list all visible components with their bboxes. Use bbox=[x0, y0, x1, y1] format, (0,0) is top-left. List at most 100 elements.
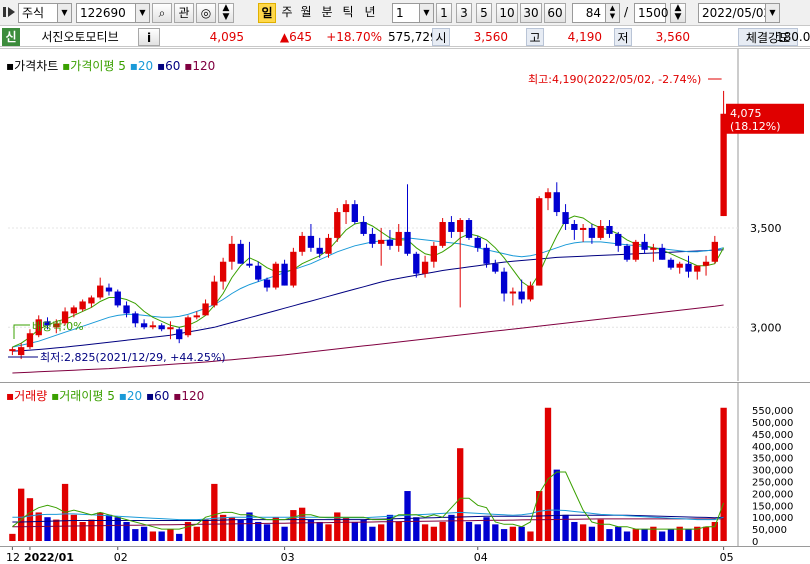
volume-axis-label: 450,000 bbox=[752, 430, 793, 441]
volume-bar bbox=[290, 510, 297, 541]
market-select[interactable]: 주식 ▼ bbox=[18, 3, 72, 23]
volume-bar bbox=[702, 526, 710, 541]
x-axis-label: 03 bbox=[281, 551, 295, 564]
period-year-button[interactable]: 년 bbox=[361, 3, 379, 23]
chart-toolbar: 주식 ▼ 122690 ▼ ⌕ 관 ◎ ▲ ▼ 일 주 월 분 틱 년 1 ▼ … bbox=[0, 0, 810, 26]
candle-body bbox=[676, 263, 683, 268]
stock-info-bar: 신 서진오토모티브 i 4,095 ▲645 +18.70% 575,729 시… bbox=[0, 27, 810, 47]
date-select[interactable]: 2022/05/02 ▼ bbox=[698, 3, 780, 23]
candle-body bbox=[632, 241, 639, 260]
volume-axis-label: 200,000 bbox=[752, 489, 793, 500]
x-axis-label: 04 bbox=[474, 551, 488, 564]
volume-bar bbox=[632, 529, 639, 541]
candle-body bbox=[509, 291, 517, 294]
legend-marker: ▪ bbox=[157, 59, 166, 73]
total-stepper[interactable]: ▲ ▼ bbox=[670, 3, 686, 23]
legend-marker: ▪ bbox=[6, 389, 15, 403]
volume-axis-label: 350,000 bbox=[752, 454, 793, 465]
interval-5-button[interactable]: 5 bbox=[476, 3, 492, 23]
interval-1-button[interactable]: 1 bbox=[436, 3, 452, 23]
candle-body bbox=[325, 237, 332, 254]
candle-body bbox=[474, 237, 481, 248]
volume-bar bbox=[298, 507, 306, 541]
price-axis-label: 3,000 bbox=[750, 321, 782, 334]
legend-ma120: 120 bbox=[192, 59, 216, 73]
x-axis-label: 02 bbox=[114, 551, 128, 564]
candle-body bbox=[702, 261, 710, 266]
count-input[interactable]: 84 ▲ ▼ bbox=[572, 3, 620, 23]
candle-body bbox=[334, 212, 341, 238]
legend-volume-title: 거래량 bbox=[14, 389, 48, 403]
volume-axis-label: 100,000 bbox=[752, 513, 793, 524]
candle-body bbox=[579, 227, 587, 230]
volume-axis-label: 150,000 bbox=[752, 501, 793, 512]
stepper-button[interactable]: ▲ ▼ bbox=[218, 3, 234, 23]
volume-bar bbox=[439, 521, 446, 541]
period-tick-button[interactable]: 틱 bbox=[340, 3, 356, 23]
volume-bar bbox=[720, 407, 727, 541]
candle-body bbox=[413, 253, 420, 274]
low-price: 3,560 bbox=[655, 30, 690, 44]
period-minute-button[interactable]: 분 bbox=[319, 3, 335, 23]
interval-10-button[interactable]: 10 bbox=[496, 3, 518, 23]
candle-body bbox=[132, 313, 139, 324]
price-chart-panel[interactable]: 3,500 3,000 최고:4,190(2022/05/02, -2.74%) 최… bbox=[0, 48, 810, 381]
current-price-tag-pct: (18.12%) bbox=[730, 120, 781, 133]
panel-toggle-icon[interactable] bbox=[2, 3, 18, 23]
interval-3-button[interactable]: 3 bbox=[456, 3, 472, 23]
volume-bar bbox=[263, 524, 271, 541]
legend-vma5: 5 bbox=[107, 389, 115, 403]
x-axis: 12 2022/01 02 03 04 05 bbox=[0, 546, 810, 564]
volume-bar bbox=[667, 529, 675, 541]
stock-code-input[interactable]: 122690 ▼ bbox=[76, 3, 150, 23]
date-value: 2022/05/02 bbox=[702, 6, 772, 20]
candle-body bbox=[711, 241, 718, 262]
sound-button[interactable]: ◎ bbox=[196, 3, 216, 23]
volume-bar bbox=[70, 514, 78, 541]
chevron-down-icon: ▼ bbox=[222, 12, 230, 22]
candle-body bbox=[26, 333, 34, 348]
interval-60-button[interactable]: 60 bbox=[544, 3, 566, 23]
legend-marker: ▪ bbox=[129, 59, 138, 73]
candle-body bbox=[246, 263, 253, 266]
price-chart[interactable]: 3,500 3,000 최고:4,190(2022/05/02, -2.74%) 최… bbox=[0, 49, 810, 381]
candle-body bbox=[404, 231, 411, 254]
open-price: 3,560 bbox=[473, 30, 508, 44]
volume-axis-label: 500,000 bbox=[752, 418, 793, 429]
volume-chart-panel[interactable]: 550,000 500,000 450,000 400,000 350,000 300,0… bbox=[0, 382, 810, 547]
candle-body bbox=[615, 233, 622, 246]
volume-axis-label: 550,000 bbox=[752, 406, 793, 417]
search-button[interactable]: ⌕ bbox=[152, 3, 172, 23]
period-day-button[interactable]: 일 bbox=[258, 3, 276, 23]
volume-chart[interactable]: 550,000500,000450,000400,000350,000300,0… bbox=[0, 383, 810, 547]
chevron-down-icon: ▼ bbox=[765, 4, 779, 22]
volume-bar bbox=[132, 529, 139, 541]
candle-body bbox=[237, 243, 244, 264]
count-stepper[interactable]: ▲ ▼ bbox=[605, 4, 619, 22]
volume-bar bbox=[79, 521, 86, 541]
chevron-down-icon: ▼ bbox=[57, 4, 71, 22]
volume-bar bbox=[623, 531, 631, 541]
volume-bar bbox=[641, 529, 648, 541]
candle-body bbox=[623, 245, 631, 260]
candle-body bbox=[562, 212, 569, 224]
volume-bar bbox=[571, 521, 578, 541]
period-week-button[interactable]: 주 bbox=[279, 3, 295, 23]
volume-bar bbox=[105, 514, 113, 541]
candle-body bbox=[518, 291, 525, 300]
volume-axis-label: 300,000 bbox=[752, 466, 793, 477]
legend-marker: ▪ bbox=[6, 59, 15, 73]
interval-select[interactable]: 1 ▼ bbox=[392, 3, 434, 23]
volume-bar bbox=[281, 526, 288, 541]
search-icon: ⌕ bbox=[158, 6, 166, 20]
period-month-button[interactable]: 월 bbox=[298, 3, 314, 23]
candle-body bbox=[219, 261, 227, 282]
volume-bar bbox=[685, 529, 692, 541]
info-button[interactable]: i bbox=[138, 28, 160, 46]
candle-body bbox=[193, 315, 200, 318]
volume-value: 575,729 bbox=[388, 30, 438, 44]
interval-30-button[interactable]: 30 bbox=[520, 3, 542, 23]
volume-bar bbox=[211, 483, 218, 541]
related-button[interactable]: 관 bbox=[174, 3, 194, 23]
candle-body bbox=[176, 329, 183, 340]
